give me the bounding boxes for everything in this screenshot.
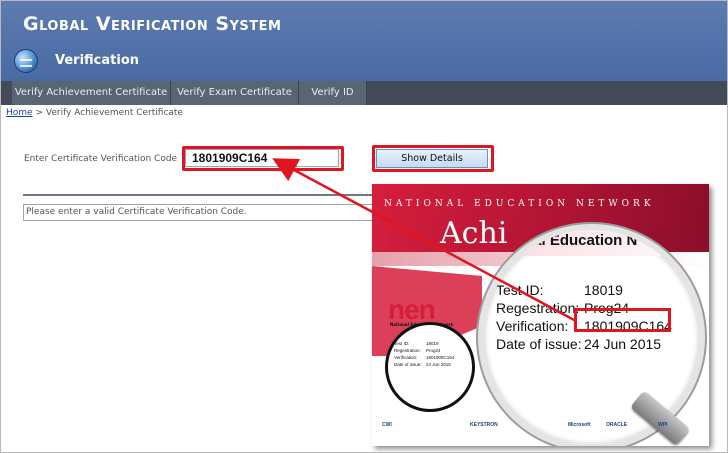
arrow-line xyxy=(272,158,577,323)
pointer-arrow xyxy=(272,158,577,323)
app-window: Global Verification System Verification … xyxy=(0,0,728,453)
